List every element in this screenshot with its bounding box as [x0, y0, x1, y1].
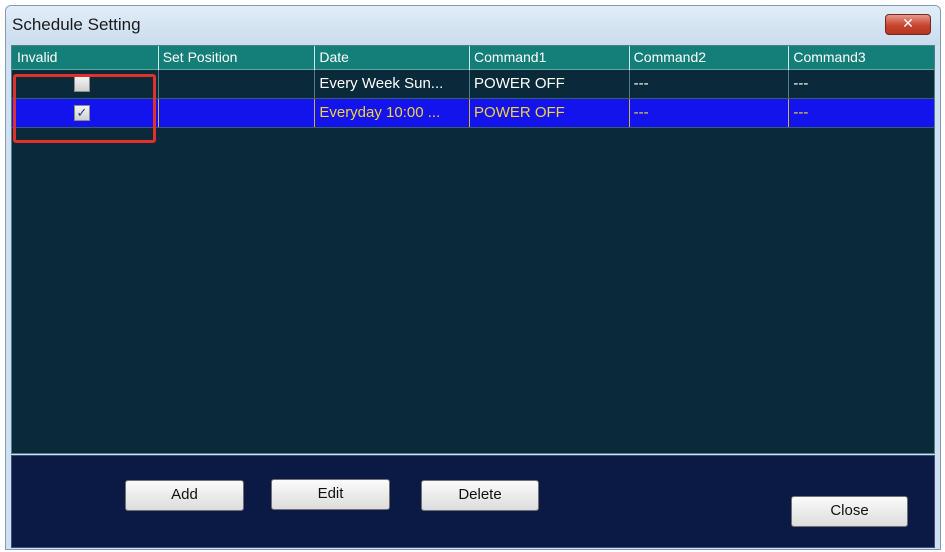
- edit-button[interactable]: Edit: [271, 479, 390, 510]
- invalid-checkbox-checked[interactable]: ✓: [74, 105, 90, 121]
- set-position-cell: [157, 70, 315, 98]
- invalid-cell: [12, 70, 158, 98]
- column-header-date[interactable]: Date: [314, 46, 469, 70]
- table-row[interactable]: Every Week Sun... POWER OFF --- ---: [12, 70, 934, 99]
- column-header-command2[interactable]: Command2: [628, 46, 789, 70]
- title-bar: Schedule Setting ✕: [6, 6, 940, 45]
- close-window-button[interactable]: ✕: [885, 14, 931, 35]
- delete-button[interactable]: Delete: [421, 480, 539, 511]
- command1-cell: POWER OFF: [469, 70, 629, 98]
- command3-cell: ---: [788, 99, 934, 127]
- column-header-command1[interactable]: Command1: [469, 46, 629, 70]
- schedule-setting-window: Schedule Setting ✕ Invalid Set Position …: [5, 5, 941, 550]
- command2-cell: ---: [628, 99, 789, 127]
- set-position-cell: [157, 99, 315, 127]
- close-icon: ✕: [902, 16, 914, 32]
- table-row-selected[interactable]: ✓ Everyday 10:00 ... POWER OFF --- ---: [12, 99, 934, 128]
- invalid-cell: ✓: [12, 99, 158, 127]
- date-cell: Every Week Sun...: [314, 70, 469, 98]
- column-header-invalid[interactable]: Invalid: [12, 46, 158, 70]
- column-header-command3[interactable]: Command3: [788, 46, 934, 70]
- date-cell: Everyday 10:00 ...: [314, 99, 469, 127]
- close-button[interactable]: Close: [791, 496, 908, 527]
- command2-cell: ---: [628, 70, 789, 98]
- column-header-set-position[interactable]: Set Position: [157, 46, 315, 70]
- button-panel: Add Edit Delete Close: [11, 455, 935, 548]
- invalid-checkbox[interactable]: [74, 76, 90, 92]
- window-title: Schedule Setting: [12, 15, 141, 34]
- command3-cell: ---: [788, 70, 934, 98]
- list-header: Invalid Set Position Date Command1 Comma…: [12, 46, 934, 70]
- schedule-list[interactable]: Invalid Set Position Date Command1 Comma…: [11, 45, 935, 454]
- command1-cell: POWER OFF: [469, 99, 629, 127]
- add-button[interactable]: Add: [125, 480, 244, 511]
